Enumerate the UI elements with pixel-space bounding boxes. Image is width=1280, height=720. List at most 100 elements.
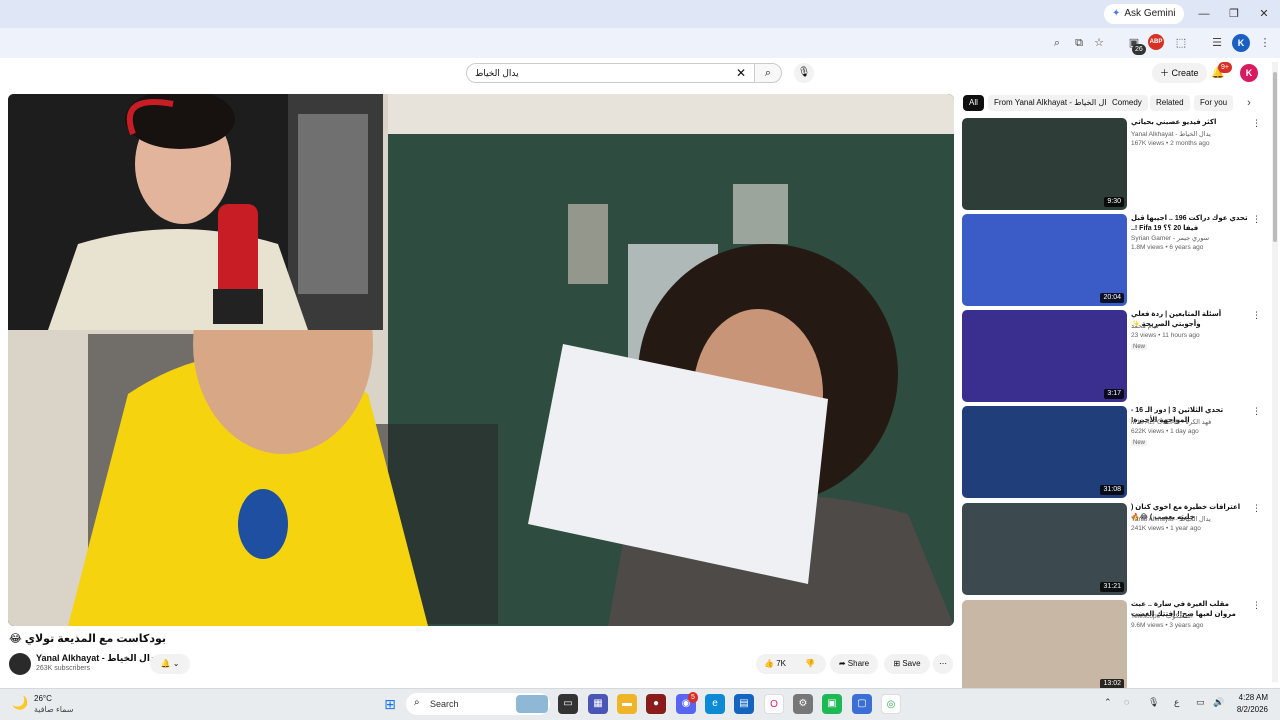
- clear-search-icon[interactable]: ✕: [736, 63, 746, 83]
- app-icon-blue[interactable]: ▢: [852, 694, 872, 714]
- subscribe-notifications-button[interactable]: 🔔 ⌄: [150, 654, 190, 674]
- recommendation-item[interactable]: 9:30 اكثر فيديو عصبني بحياتي Yanal Alkhaya…: [962, 118, 1262, 210]
- recommendation-item[interactable]: 31:08 تحدي الثلاثين 3 | دور الـ 16 - المو…: [962, 406, 1262, 498]
- dislike-button[interactable]: 👎: [798, 654, 822, 674]
- app-icon-1[interactable]: ▦: [588, 694, 608, 714]
- recommendation-menu-icon[interactable]: ⋮: [1252, 118, 1261, 129]
- share-button[interactable]: ➦ Share: [830, 654, 878, 674]
- video-thumbnail[interactable]: 3:17: [962, 310, 1127, 402]
- notification-count-badge: 9+: [1218, 62, 1232, 73]
- zoom-icon[interactable]: ⌕: [1048, 34, 1066, 52]
- extension-badge: 26: [1132, 44, 1146, 55]
- app-icon-red[interactable]: ●: [646, 694, 666, 714]
- new-badge: New: [1131, 440, 1148, 446]
- bookmark-star-icon[interactable]: ☆: [1090, 34, 1108, 52]
- browser-toolbar: [0, 28, 1280, 58]
- windows-taskbar: [0, 688, 1280, 720]
- thumbs-down-icon: 👎: [805, 659, 815, 668]
- plus-icon: ＋: [1160, 68, 1172, 78]
- discord-badge: 5: [688, 692, 698, 703]
- opera-icon[interactable]: O: [764, 694, 784, 714]
- recommendation-channel[interactable]: M12 ALFOUZAN - فهد الكرة: [1131, 418, 1211, 426]
- recommendation-channel[interactable]: Yanal Alkhayat - يدال الخياط: [1131, 130, 1211, 138]
- file-explorer-icon[interactable]: ▬: [617, 694, 637, 714]
- tray-network-icon[interactable]: ◌: [1124, 697, 1129, 707]
- chip-all[interactable]: All: [963, 95, 984, 111]
- recommendation-menu-icon[interactable]: ⋮: [1252, 503, 1261, 514]
- subscriber-count: 263K subscribers: [36, 665, 91, 672]
- chrome-icon[interactable]: ◎: [881, 694, 901, 714]
- youtube-account-avatar[interactable]: K: [1240, 64, 1258, 82]
- video-thumbnail[interactable]: 13:02: [962, 600, 1127, 692]
- ask-gemini-button[interactable]: ✦ Ask Gemini: [1104, 4, 1184, 24]
- puzzle-icon[interactable]: ⬚: [1172, 34, 1190, 52]
- restore-button[interactable]: ❐: [1222, 4, 1246, 24]
- more-actions-button[interactable]: ⋯: [933, 654, 953, 674]
- reading-list-icon[interactable]: ☰: [1208, 34, 1226, 52]
- browser-profile-avatar[interactable]: K: [1232, 34, 1250, 52]
- search-icon: ⌕: [764, 67, 772, 79]
- browser-menu-icon[interactable]: ⋮: [1256, 34, 1274, 52]
- recommendation-meta: 1.8M views • 6 years ago: [1131, 244, 1204, 251]
- close-window-button[interactable]: ✕: [1252, 4, 1276, 24]
- search-input[interactable]: يدال الخياط: [466, 63, 754, 83]
- recommendation-menu-icon[interactable]: ⋮: [1252, 310, 1261, 321]
- share-icon: ➦: [838, 659, 848, 668]
- tray-volume-icon[interactable]: 🔊: [1213, 697, 1224, 708]
- save-button[interactable]: ⊞ Save: [884, 654, 930, 674]
- chip-related[interactable]: Related: [1150, 95, 1190, 111]
- recommendation-channel[interactable]: Yanal Alkhayat - يدال الخياط: [1131, 515, 1211, 523]
- start-windows-icon[interactable]: ⊞: [380, 694, 400, 714]
- video-thumbnail[interactable]: 31:21: [962, 503, 1127, 595]
- create-button[interactable]: ＋ Create: [1152, 63, 1207, 83]
- tray-chevron-up-icon[interactable]: ⌃: [1104, 697, 1112, 708]
- recommendation-title[interactable]: اكثر فيديو عصبني بحياتي: [1131, 118, 1249, 128]
- edge-icon[interactable]: e: [705, 694, 725, 714]
- weather-temp[interactable]: 26°C: [34, 694, 52, 703]
- weather-moon-icon[interactable]: 🌙: [12, 695, 28, 711]
- chip-for-you[interactable]: For you: [1194, 95, 1234, 111]
- recommendation-title[interactable]: تحدي عوك دراكت 196 .. اجيبها قبل فيفا 20…: [1131, 214, 1249, 234]
- weather-desc: سماء صافية: [34, 705, 74, 714]
- chips-next-icon[interactable]: ›: [1240, 94, 1258, 112]
- recommendation-meta: 9.6M views • 3 years ago: [1131, 622, 1204, 629]
- video-thumbnail[interactable]: 20:04: [962, 214, 1127, 306]
- adblock-icon[interactable]: ABP: [1148, 34, 1164, 50]
- video-player[interactable]: [8, 94, 954, 626]
- channel-avatar[interactable]: [9, 653, 31, 675]
- video-title: بودكاست مع المذيعة تولاي 😂: [9, 633, 167, 645]
- gemini-star-icon: ✦: [1112, 8, 1121, 19]
- recommendation-meta: 241K views • 1 year ago: [1131, 525, 1201, 532]
- voice-search-icon[interactable]: 🎙: [794, 63, 814, 83]
- cast-icon[interactable]: ⧉: [1070, 34, 1088, 52]
- recommendation-item[interactable]: 20:04 تحدي عوك دراكت 196 .. اجيبها قبل في…: [962, 214, 1262, 306]
- app-icon-green[interactable]: ▣: [822, 694, 842, 714]
- video-thumbnail[interactable]: 9:30: [962, 118, 1127, 210]
- recommendation-channel[interactable]: Syrian Gamer - سوري جيمر: [1131, 234, 1209, 242]
- recommendation-menu-icon[interactable]: ⋮: [1252, 600, 1261, 611]
- recommendation-channel[interactable]: فيام محمد: [1131, 322, 1159, 330]
- task-view-icon[interactable]: ▭: [558, 694, 578, 714]
- recommendation-channel[interactable]: Telescope - التلسكوب: [1131, 612, 1193, 620]
- tray-mic-icon[interactable]: 🎙: [1148, 697, 1159, 708]
- store-icon[interactable]: ▤: [734, 694, 754, 714]
- search-button[interactable]: ⌕: [754, 63, 782, 83]
- clock-time[interactable]: 4:28 AM: [1232, 693, 1268, 702]
- recommendation-item[interactable]: 3:17 أسئلة المتابعين | ردة فعلي وأجوبتي ا…: [962, 310, 1262, 402]
- recommendation-menu-icon[interactable]: ⋮: [1252, 214, 1261, 225]
- minimize-button[interactable]: —: [1192, 4, 1216, 24]
- scrollbar-thumb[interactable]: [1273, 72, 1277, 242]
- recommendation-item[interactable]: 13:02 مقلب الغيرة في سارة .. عبث مروان لع…: [962, 600, 1262, 692]
- recommendation-item[interactable]: 31:21 اعترافات خطيرة مع اخوي كنان ( خليته…: [962, 503, 1262, 595]
- chevron-down-icon: ⌄: [172, 659, 180, 668]
- recommendation-menu-icon[interactable]: ⋮: [1252, 406, 1261, 417]
- webcam-frame: [8, 94, 383, 330]
- tray-language[interactable]: ع: [1174, 697, 1179, 708]
- search-highlight-icon[interactable]: [516, 695, 548, 713]
- video-thumbnail[interactable]: 31:08: [962, 406, 1127, 498]
- settings-gear-icon[interactable]: ⚙: [793, 694, 813, 714]
- channel-name[interactable]: Yanal Alkhayat - يدال الخياط ✔: [36, 653, 169, 664]
- chip-comedy[interactable]: Comedy: [1106, 95, 1148, 111]
- chip-from-channel[interactable]: From Yanal Alkhayat - يدال الخياط: [988, 95, 1119, 111]
- tray-display-icon[interactable]: ▭: [1196, 697, 1205, 708]
